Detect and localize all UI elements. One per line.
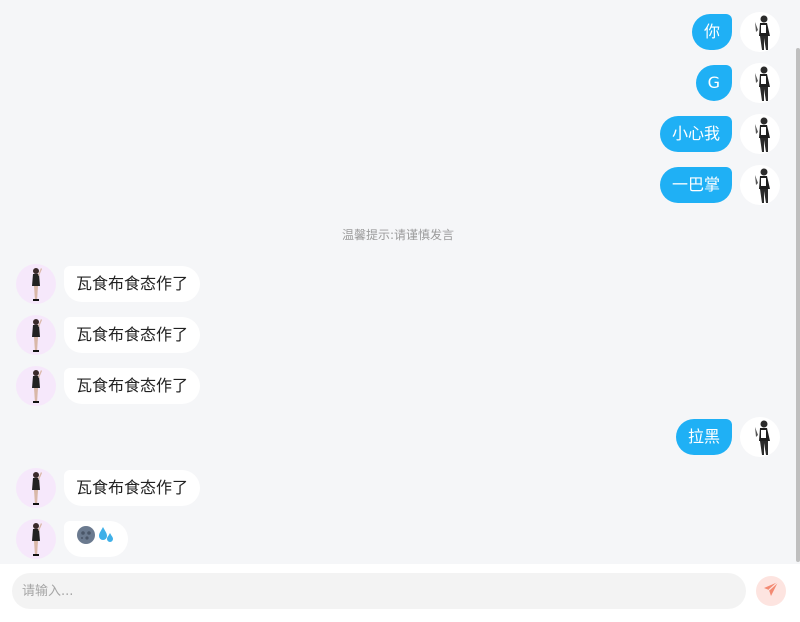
message-bubble-sent[interactable]: 小心我 <box>659 116 732 152</box>
user-avatar[interactable] <box>740 417 780 457</box>
chat-notice: 温馨提示:请谨慎发言 <box>341 228 455 242</box>
message-row-sent: 你 <box>0 12 796 52</box>
message-bubble-received[interactable]: 瓦食布食态作了 <box>64 317 201 353</box>
contact-avatar[interactable] <box>16 468 56 508</box>
contact-avatar[interactable] <box>16 366 56 406</box>
message-bubble-sent[interactable]: G <box>695 65 732 101</box>
message-bubble-received[interactable]: 瓦食布食态作了 <box>64 470 201 506</box>
input-bar <box>0 564 800 622</box>
contact-avatar[interactable] <box>16 315 56 355</box>
message-bubble-sent[interactable]: 你 <box>691 14 732 50</box>
message-bubble-received[interactable]: 瓦食布食态作了 <box>64 368 201 404</box>
message-row-received: 瓦食布食态作了 <box>0 264 796 304</box>
contact-avatar[interactable] <box>16 519 56 559</box>
contact-avatar[interactable] <box>16 264 56 304</box>
message-bubble-received[interactable]: 瓦食布食态作了 <box>64 266 201 302</box>
user-avatar[interactable] <box>740 114 780 154</box>
user-avatar[interactable] <box>740 165 780 205</box>
message-row-sent: 一巴掌 <box>0 165 796 205</box>
message-list[interactable]: 你 G 小心我 一巴掌 温馨提示:请谨慎发言 瓦食布食态作了 瓦食布食态作了 瓦… <box>0 0 796 564</box>
message-row-sent: 拉黑 <box>0 417 796 457</box>
message-row-sent: G <box>0 63 796 103</box>
user-avatar[interactable] <box>740 12 780 52</box>
new-moon-face-icon <box>76 522 96 558</box>
message-row-received: 瓦食布食态作了 <box>0 366 796 406</box>
send-button[interactable] <box>756 576 786 606</box>
message-row-received: 瓦食布食态作了 <box>0 315 796 355</box>
send-icon <box>762 580 780 602</box>
message-input[interactable] <box>12 573 746 609</box>
message-row-received <box>0 519 796 559</box>
message-row-received: 瓦食布食态作了 <box>0 468 796 508</box>
message-bubble-sent[interactable]: 拉黑 <box>675 419 732 455</box>
message-bubble-sent[interactable]: 一巴掌 <box>659 167 732 203</box>
scrollbar[interactable] <box>796 48 800 562</box>
sweat-droplets-icon <box>96 522 116 558</box>
user-avatar[interactable] <box>740 63 780 103</box>
message-row-sent: 小心我 <box>0 114 796 154</box>
message-bubble-received[interactable] <box>64 521 128 557</box>
